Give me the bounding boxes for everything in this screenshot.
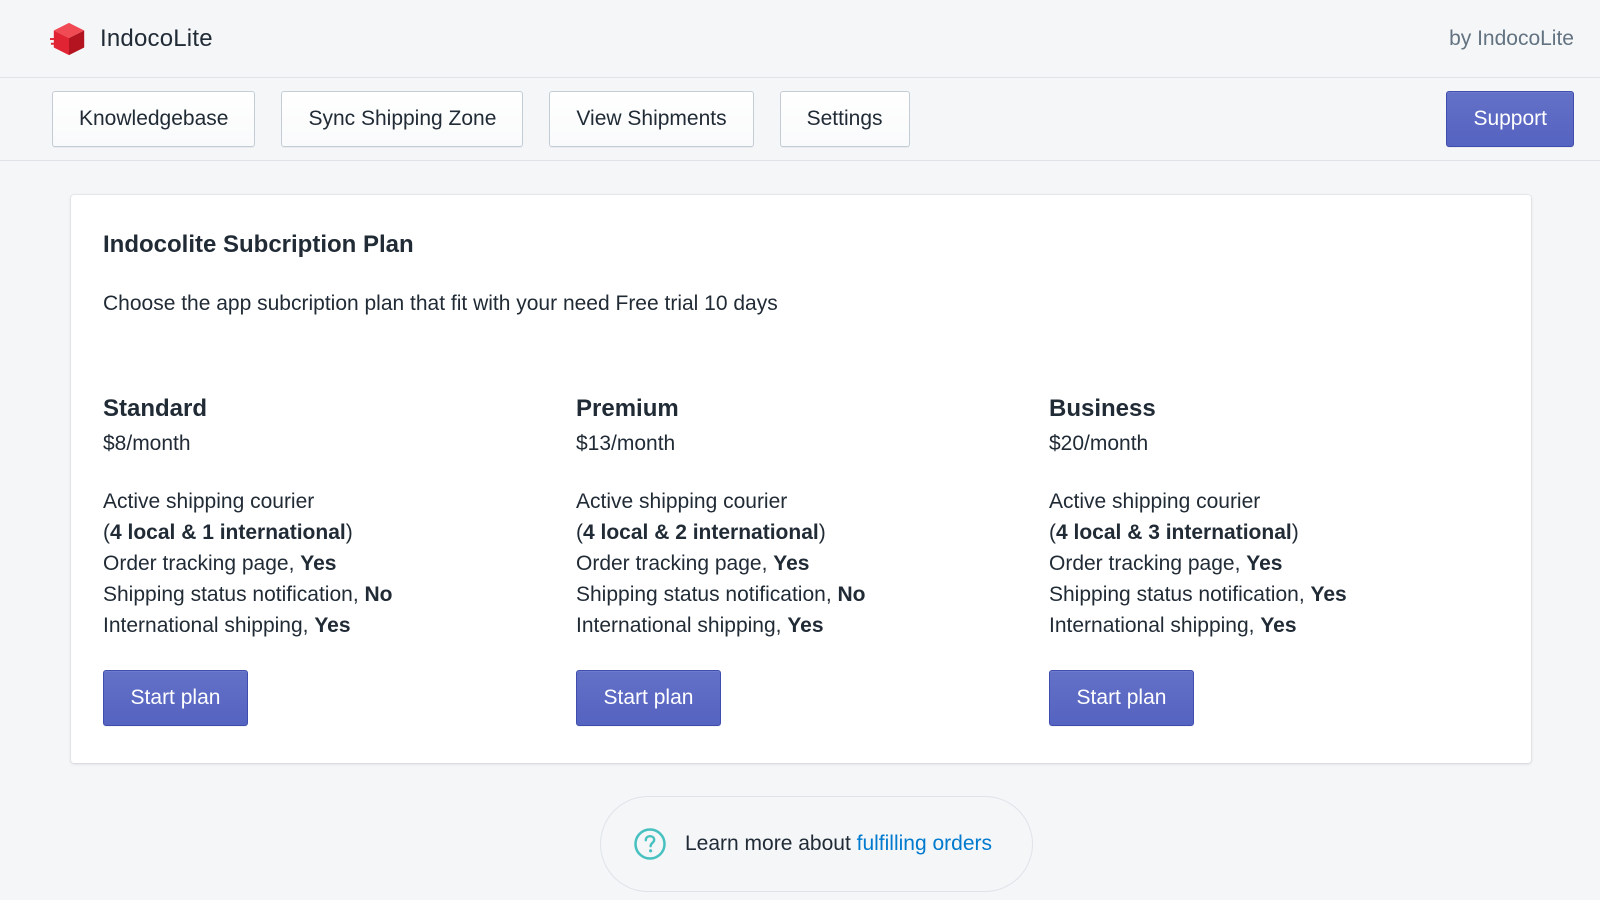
plans-row: Standard $8/month Active shipping courie… xyxy=(103,395,1522,726)
card-description: Choose the app subcription plan that fit… xyxy=(103,292,778,315)
plan-features: Active shipping courier (4 local & 1 int… xyxy=(103,486,576,641)
help-text: Learn more about fulfilling orders xyxy=(685,832,993,855)
feature-courier-detail: (4 local & 3 international) xyxy=(1049,521,1299,544)
view-shipments-button[interactable]: View Shipments xyxy=(549,91,754,147)
subscription-card: Indocolite Subcription Plan Choose the a… xyxy=(71,195,1531,763)
feature-notification: Shipping status notification, No xyxy=(103,583,393,606)
feature-courier-detail: (4 local & 1 international) xyxy=(103,521,353,544)
plan-premium: Premium $13/month Active shipping courie… xyxy=(576,395,1049,726)
brand: IndocoLite xyxy=(50,20,213,58)
by-label: by IndocoLite xyxy=(1449,26,1574,50)
toolbar: Knowledgebase Sync Shipping Zone View Sh… xyxy=(0,78,1600,161)
feature-tracking: Order tracking page, Yes xyxy=(1049,552,1283,575)
app-name: IndocoLite xyxy=(100,24,213,52)
start-plan-business-button[interactable]: Start plan xyxy=(1049,670,1194,726)
feature-courier-label: Active shipping courier xyxy=(1049,490,1261,513)
feature-tracking: Order tracking page, Yes xyxy=(103,552,337,575)
red-cube-icon xyxy=(50,22,85,55)
plan-price: $20/month xyxy=(1049,432,1149,455)
feature-courier-label: Active shipping courier xyxy=(576,490,788,513)
feature-international: International shipping, Yes xyxy=(1049,614,1297,637)
plan-name: Premium xyxy=(576,395,679,422)
footer-help: Learn more about fulfilling orders xyxy=(600,796,1033,892)
plan-standard: Standard $8/month Active shipping courie… xyxy=(103,395,576,726)
feature-international: International shipping, Yes xyxy=(103,614,351,637)
feature-notification: Shipping status notification, Yes xyxy=(1049,583,1347,606)
plan-name: Standard xyxy=(103,395,208,422)
plan-price: $13/month xyxy=(576,432,676,455)
feature-courier-label: Active shipping courier xyxy=(103,490,315,513)
support-button[interactable]: Support xyxy=(1446,91,1574,147)
feature-courier-detail: (4 local & 2 international) xyxy=(576,521,826,544)
plan-features: Active shipping courier (4 local & 3 int… xyxy=(1049,486,1522,641)
plan-features: Active shipping courier (4 local & 2 int… xyxy=(576,486,1049,641)
plan-name: Business xyxy=(1049,395,1156,422)
knowledgebase-button[interactable]: Knowledgebase xyxy=(52,91,256,147)
fulfilling-orders-link[interactable]: fulfilling orders xyxy=(857,832,992,855)
plan-price: $8/month xyxy=(103,432,191,455)
start-plan-standard-button[interactable]: Start plan xyxy=(103,670,248,726)
start-plan-premium-button[interactable]: Start plan xyxy=(576,670,721,726)
feature-international: International shipping, Yes xyxy=(576,614,824,637)
card-title: Indocolite Subcription Plan xyxy=(103,231,414,258)
question-circle-icon xyxy=(634,828,666,860)
feature-tracking: Order tracking page, Yes xyxy=(576,552,810,575)
sync-shipping-zone-button[interactable]: Sync Shipping Zone xyxy=(281,91,524,147)
feature-notification: Shipping status notification, No xyxy=(576,583,866,606)
app-header: IndocoLite by IndocoLite xyxy=(0,0,1600,78)
plan-business: Business $20/month Active shipping couri… xyxy=(1049,395,1522,726)
settings-button[interactable]: Settings xyxy=(779,91,910,147)
